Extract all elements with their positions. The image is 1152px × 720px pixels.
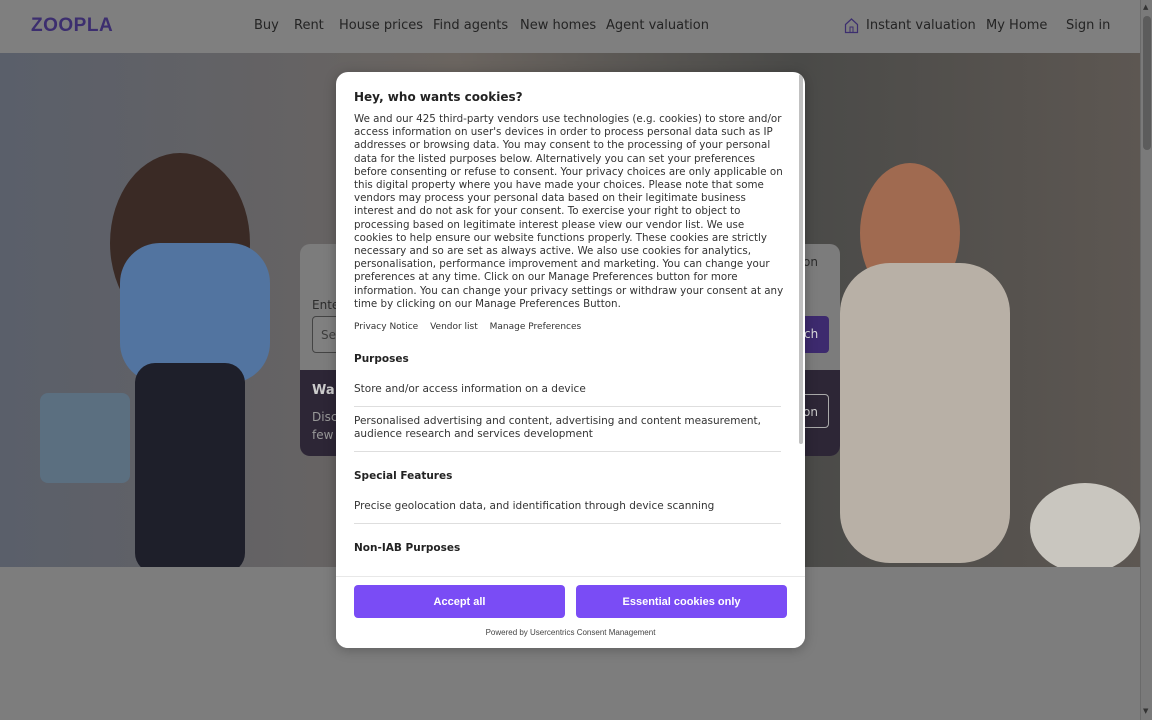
cookie-consent-modal: Hey, who wants cookies? We and our 425 t…: [336, 72, 805, 648]
house-icon: [844, 18, 859, 34]
hero-trousers: [135, 363, 245, 567]
divider: [354, 406, 781, 407]
nav-find-agents[interactable]: Find agents: [433, 18, 508, 33]
page-scrollbar[interactable]: ▲ ▼: [1140, 0, 1152, 720]
accept-all-button[interactable]: Accept all: [354, 585, 565, 618]
zoopla-logo[interactable]: ZOOPLA: [31, 15, 113, 37]
modal-title: Hey, who wants cookies?: [354, 90, 523, 104]
hero-cake: [1030, 483, 1140, 567]
nav-new-homes[interactable]: New homes: [520, 18, 596, 33]
purpose-item[interactable]: Personalised advertising and content, ad…: [354, 415, 781, 441]
search-tab-partial[interactable]: on: [803, 255, 818, 269]
nav-buy[interactable]: Buy: [254, 18, 279, 33]
manage-preferences-link[interactable]: Manage Preferences: [490, 322, 582, 332]
promo-text: Disc few: [312, 410, 338, 442]
nav-rent[interactable]: Rent: [294, 18, 324, 33]
modal-links: Privacy Notice Vendor list Manage Prefer…: [354, 322, 590, 332]
nav-house-prices[interactable]: House prices: [339, 18, 423, 33]
divider: [354, 451, 781, 452]
purpose-item[interactable]: Store and/or access information on a dev…: [354, 383, 781, 396]
modal-scroll-area[interactable]: Hey, who wants cookies? We and our 425 t…: [336, 72, 805, 577]
essential-cookies-button[interactable]: Essential cookies only: [576, 585, 787, 618]
scrollbar-thumb[interactable]: [1143, 16, 1151, 150]
hero-shirt: [120, 243, 270, 383]
non-iab-purposes-title: Non-IAB Purposes: [354, 542, 461, 554]
hero-blouse: [840, 263, 1010, 563]
hero-cups: [40, 393, 130, 483]
modal-body-text: We and our 425 third-party vendors use t…: [354, 113, 784, 310]
vendor-list-link[interactable]: Vendor list: [430, 322, 478, 332]
search-input-placeholder: Se: [321, 328, 336, 342]
promo-button-label: on: [803, 405, 818, 419]
my-home-link[interactable]: My Home: [986, 18, 1047, 33]
nav-agent-valuation[interactable]: Agent valuation: [606, 18, 709, 33]
modal-scrollbar[interactable]: [799, 74, 803, 444]
powered-by-text: Powered by Usercentrics Consent Manageme…: [485, 628, 656, 637]
divider: [354, 523, 781, 524]
special-feature-item[interactable]: Precise geolocation data, and identifica…: [354, 500, 781, 513]
promo-title: Wa: [312, 383, 335, 398]
privacy-notice-link[interactable]: Privacy Notice: [354, 322, 418, 332]
special-features-title: Special Features: [354, 470, 453, 482]
scroll-up-arrow-icon[interactable]: ▲: [1143, 3, 1148, 11]
purposes-title: Purposes: [354, 353, 409, 365]
site-header: ZOOPLA Buy Rent House prices Find agents…: [0, 0, 1140, 53]
instant-valuation-link[interactable]: Instant valuation: [866, 18, 976, 33]
sign-in-link[interactable]: Sign in: [1066, 18, 1110, 33]
scroll-down-arrow-icon[interactable]: ▼: [1143, 707, 1148, 715]
search-button-label: ch: [804, 327, 819, 341]
